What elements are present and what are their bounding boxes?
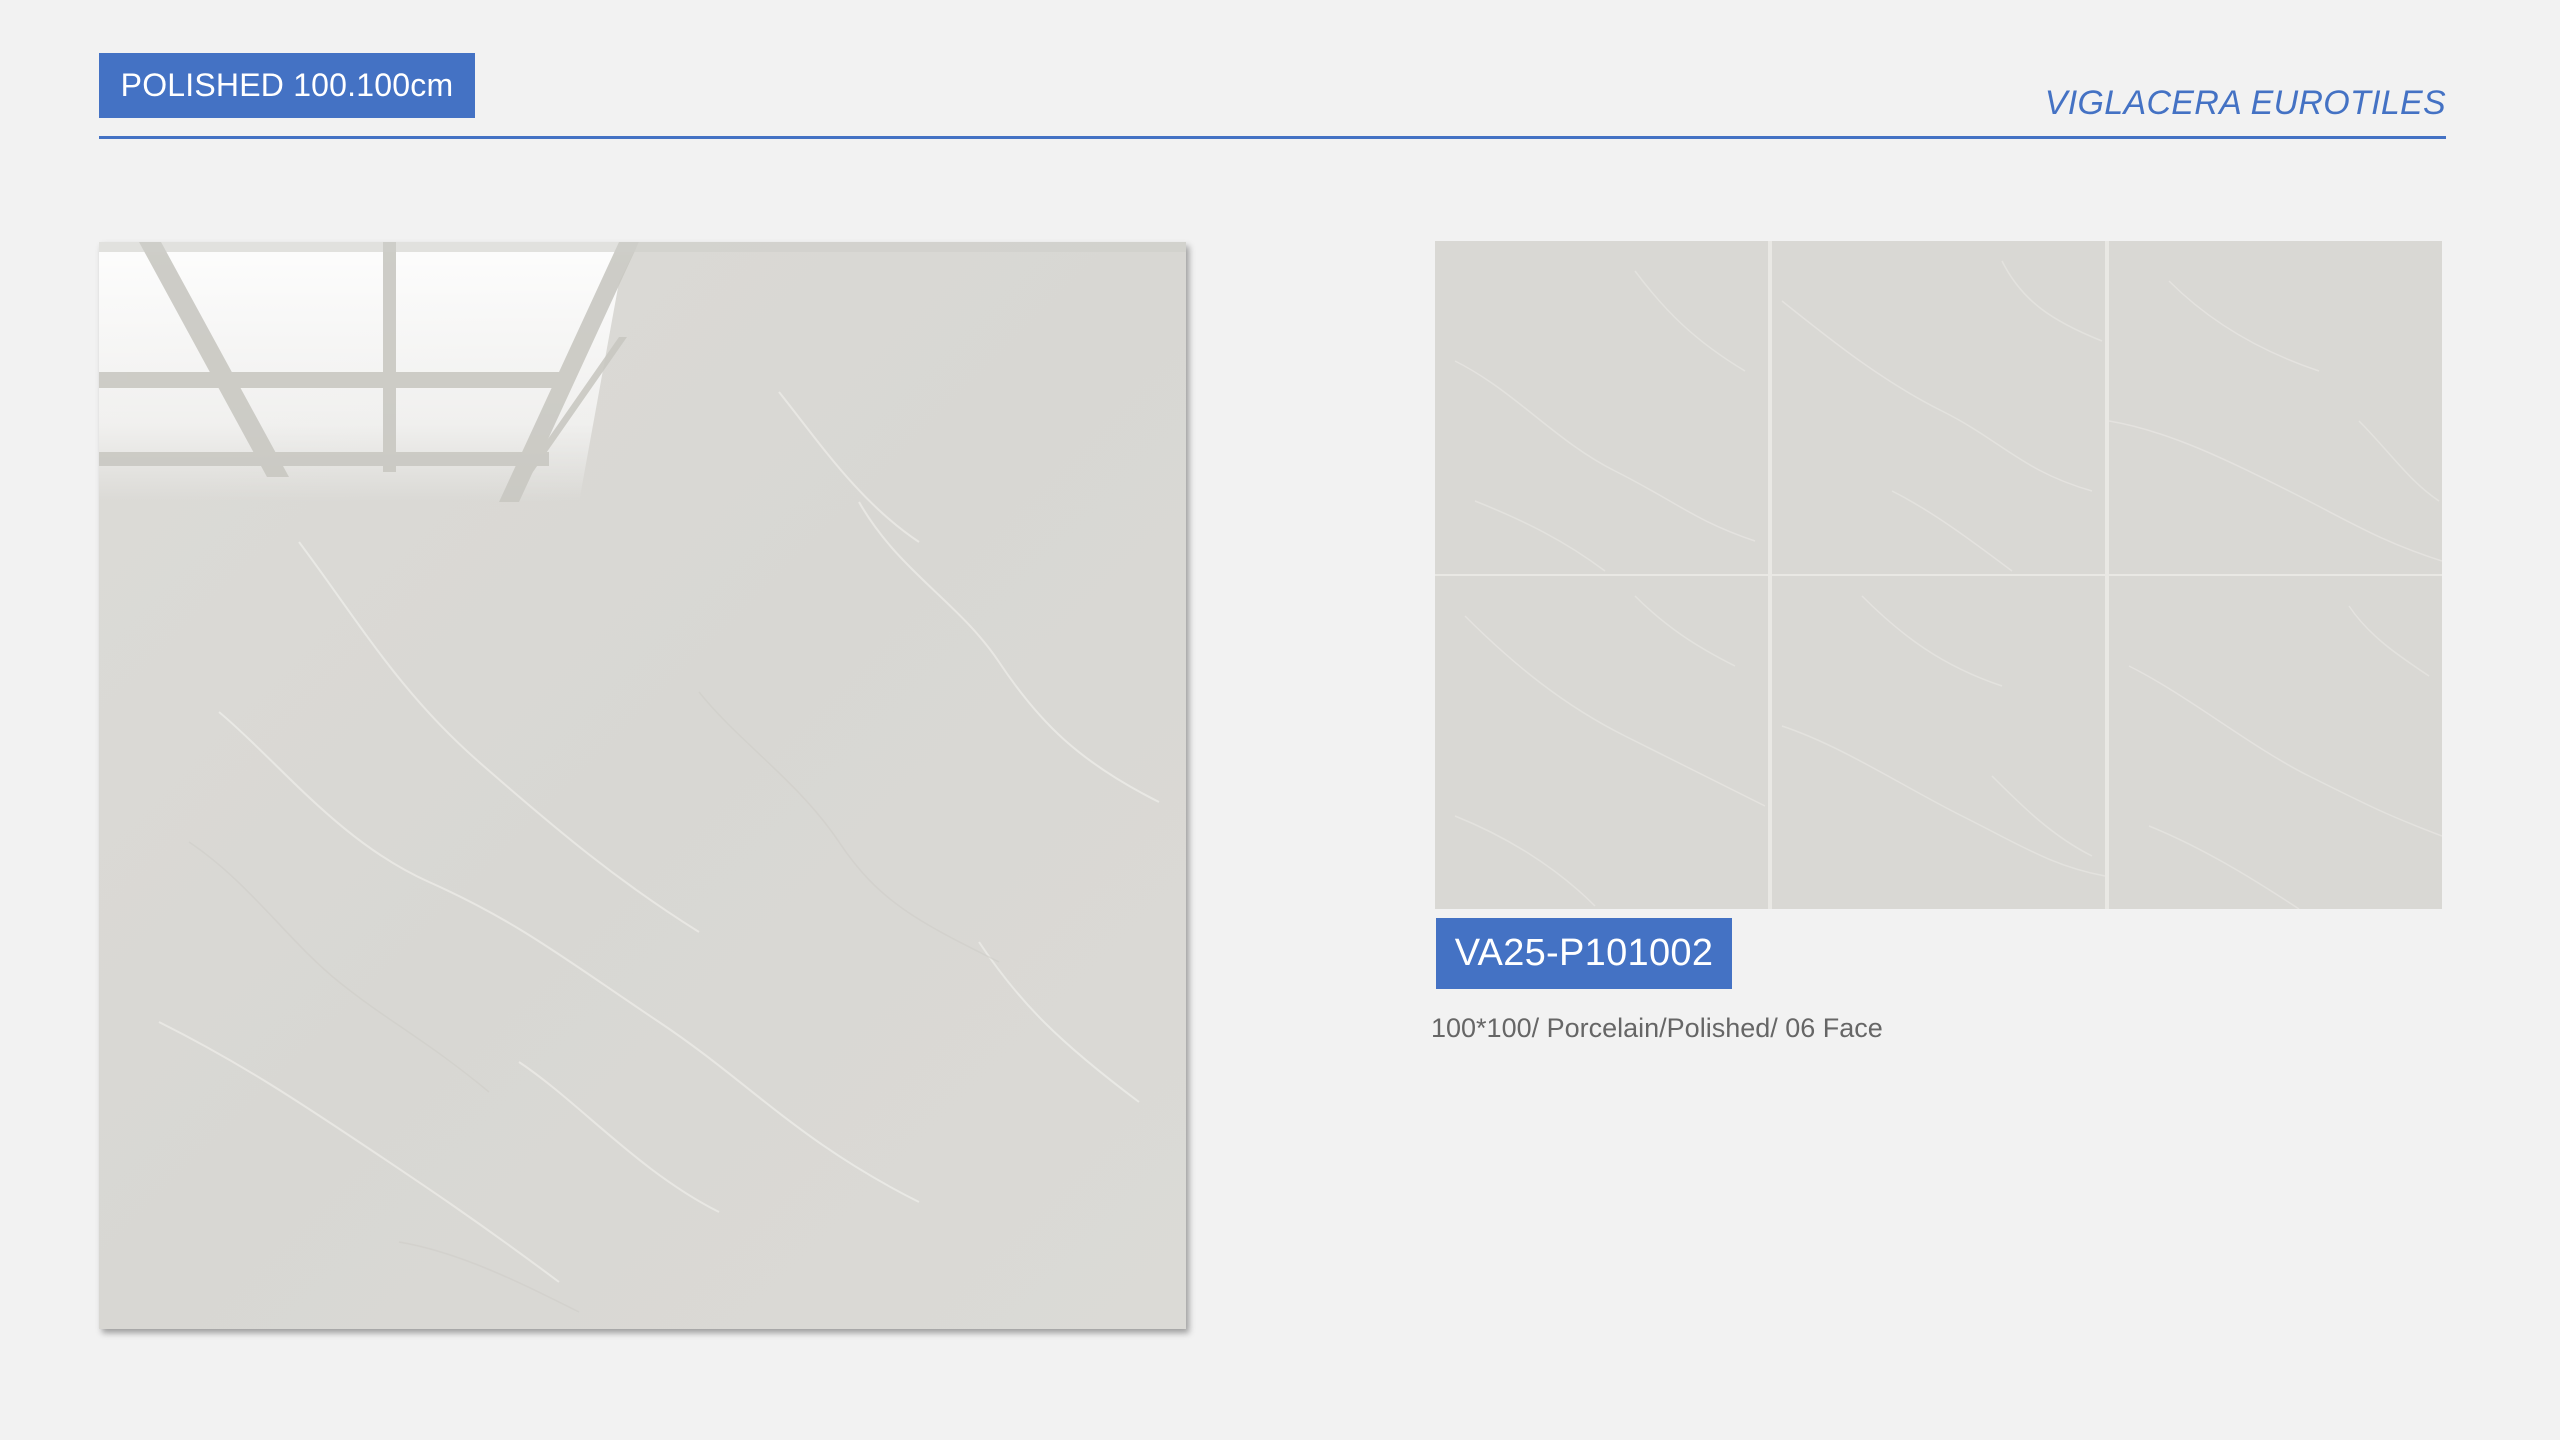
- grid-tile: [2109, 241, 2442, 574]
- tile-large-image: [99, 242, 1186, 1329]
- product-code-badge: VA25-P101002: [1436, 918, 1732, 989]
- header-divider: [99, 136, 2446, 139]
- grid-tile: [1772, 576, 2105, 909]
- tile-layout-grid: [1435, 241, 2442, 909]
- brand-name: VIGLACERA EUROTILES: [2044, 84, 2446, 122]
- grid-tile: [1772, 241, 2105, 574]
- grid-tile: [1435, 241, 1768, 574]
- grid-tile: [1435, 576, 1768, 909]
- title-badge: POLISHED 100.100cm: [99, 53, 475, 118]
- product-spec: 100*100/ Porcelain/Polished/ 06 Face: [1431, 1013, 1883, 1043]
- grid-tile: [2109, 576, 2442, 909]
